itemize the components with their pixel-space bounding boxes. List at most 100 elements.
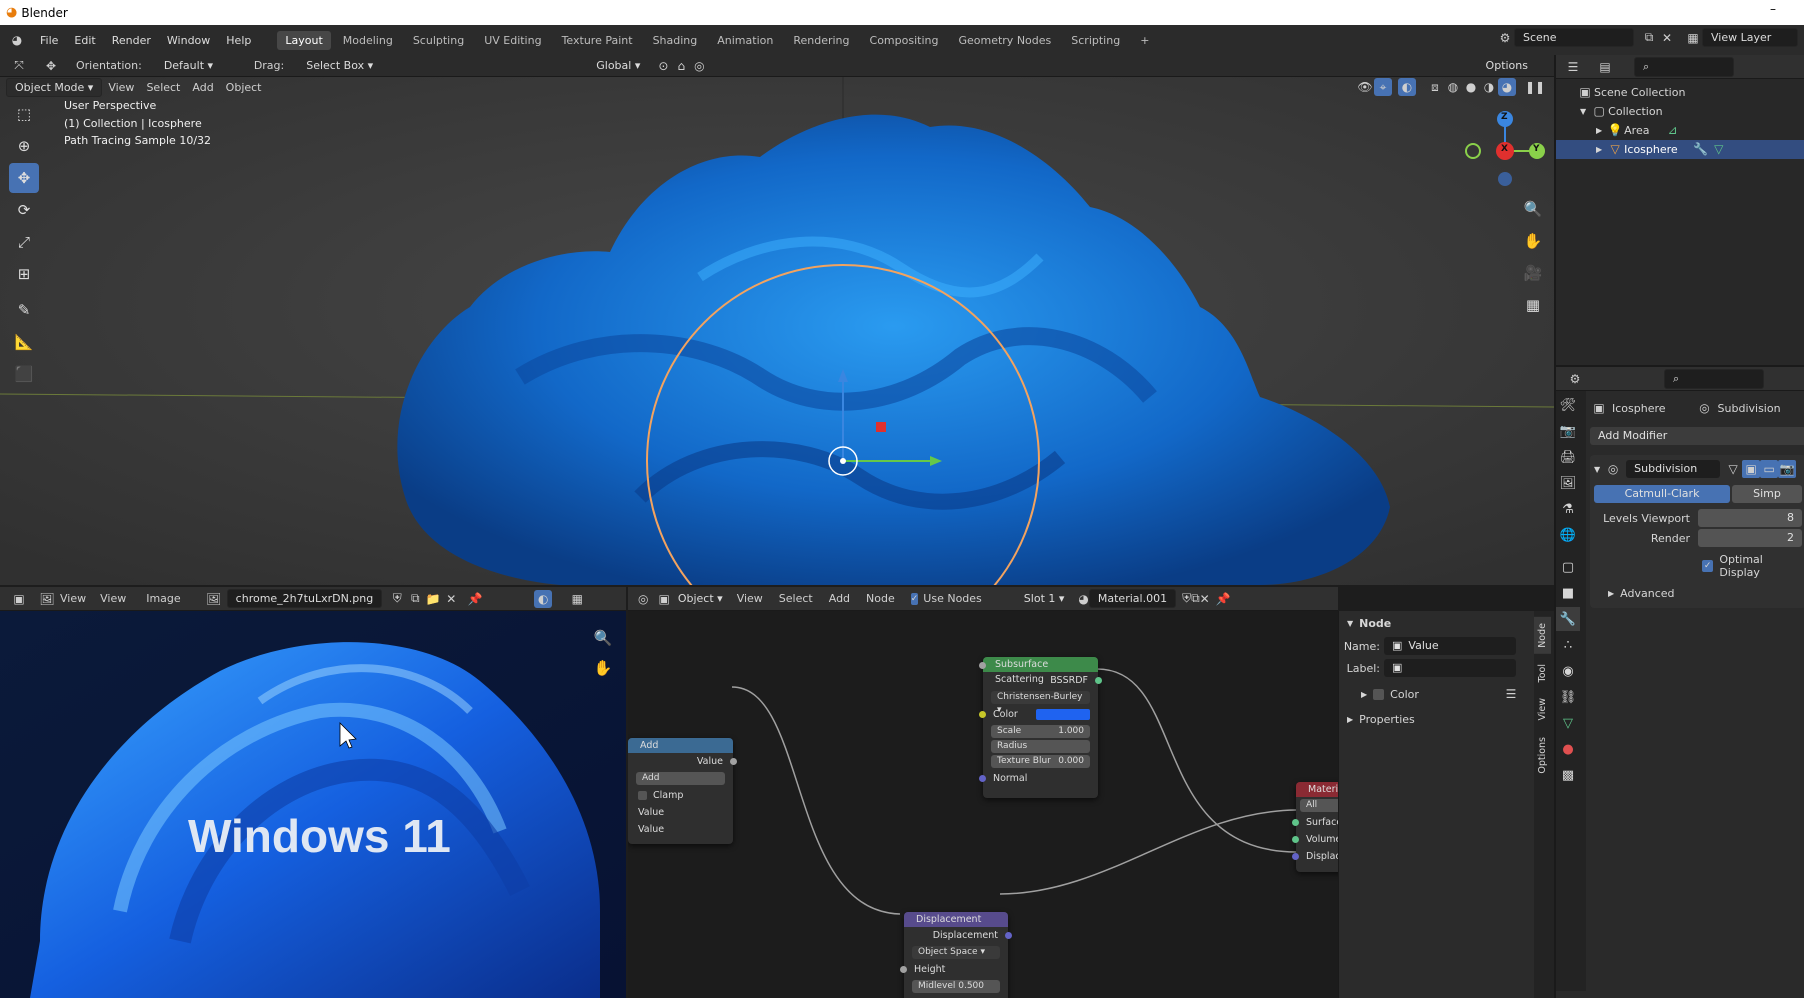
modifier-tab-icon[interactable]: 🔧 xyxy=(1556,607,1580,631)
world-tab-icon[interactable]: 🌐 xyxy=(1556,523,1580,547)
displacement-node[interactable]: Displacement Displacement Object Space ▾… xyxy=(900,912,1012,998)
input-socket[interactable] xyxy=(1292,836,1299,843)
tab-layout[interactable]: Layout xyxy=(277,30,331,50)
input-socket[interactable] xyxy=(1292,819,1299,826)
shader-type-dropdown[interactable]: Object ▾ xyxy=(670,590,731,607)
unlink-material-icon[interactable]: ✕ xyxy=(1200,590,1210,608)
subsurface-scattering-node[interactable]: Subsurface Scattering BSSRDF Christensen… xyxy=(979,657,1102,798)
tab-texture-paint[interactable]: Texture Paint xyxy=(554,31,641,50)
orientation-dropdown[interactable]: Default ▾ xyxy=(156,57,248,74)
image-name-field[interactable]: chrome_2h7tuLxrDN.png xyxy=(226,589,383,608)
sidebar-tab-view[interactable]: View xyxy=(1534,692,1551,727)
scene-selector-icon[interactable]: ⚙ xyxy=(1496,29,1514,47)
tab-animation[interactable]: Animation xyxy=(709,31,781,50)
tab-scripting[interactable]: Scripting xyxy=(1063,31,1128,50)
material-shading-icon[interactable]: ◑ xyxy=(1480,78,1498,96)
gizmo-toggle-icon[interactable]: ⌖ xyxy=(1374,78,1392,96)
input-socket[interactable] xyxy=(1292,853,1299,860)
pause-render-icon[interactable]: ❚❚ xyxy=(1525,78,1545,96)
cursor-tool-icon[interactable]: ⊕ xyxy=(9,131,39,161)
clamp-row[interactable]: Clamp xyxy=(628,787,733,804)
node-editor[interactable]: ◎ ▣ Object ▾ View Select Add Node ✓ Use Nod… xyxy=(628,587,1338,998)
mode-dropdown[interactable]: Object Mode ▾ xyxy=(6,77,103,97)
method-dropdown[interactable]: Christensen-Burley ▾ xyxy=(991,691,1090,715)
overlay-icon[interactable]: ◐ xyxy=(534,589,553,608)
xray-icon[interactable]: ⧈ xyxy=(1426,78,1444,96)
output-socket[interactable] xyxy=(1005,932,1012,939)
display-channels-icon[interactable]: ▦ xyxy=(568,590,586,608)
new-scene-icon[interactable]: ⧉ xyxy=(1640,29,1658,47)
outliner-search-field[interactable]: ⌕ xyxy=(1634,56,1734,77)
node-menu-node[interactable]: Node xyxy=(866,592,895,605)
particles-tab-icon[interactable]: ∴ xyxy=(1556,633,1580,657)
camera-view-icon[interactable]: 🎥 xyxy=(1518,258,1548,288)
render-tab-icon[interactable]: 📷 xyxy=(1556,419,1580,443)
view-mode-icon[interactable]: 🖼 xyxy=(38,590,56,608)
render-toggle-icon[interactable]: 📷 xyxy=(1778,460,1797,478)
tab-modeling[interactable]: Modeling xyxy=(335,31,401,50)
sidebar-tab-node[interactable]: Node xyxy=(1534,617,1551,654)
add-cube-tool-icon[interactable]: ⬛ xyxy=(9,359,39,389)
blender-menu-icon[interactable]: ◕ xyxy=(8,31,26,49)
transform-tool-icon[interactable]: ⊞ xyxy=(9,259,39,289)
midlevel-field[interactable]: Midlevel 0.500 xyxy=(912,980,1000,993)
tab-compositing[interactable]: Compositing xyxy=(862,31,947,50)
wireframe-shading-icon[interactable]: ◍ xyxy=(1444,78,1462,96)
viewport-toggle-icon[interactable]: ▣ xyxy=(1742,460,1761,478)
view-layer-tab-icon[interactable]: 🖼 xyxy=(1556,471,1580,495)
overlay-toggle-icon[interactable]: ◐ xyxy=(1398,78,1416,96)
menu-window[interactable]: Window xyxy=(159,34,218,47)
outliner-item-icosphere[interactable]: ▶ ▽ Icosphere 🔧 ▽ xyxy=(1556,140,1804,159)
move-tool-icon[interactable]: ✥ xyxy=(9,163,39,193)
node-menu-select[interactable]: Select xyxy=(779,592,813,605)
simple-button[interactable]: Simp xyxy=(1732,485,1802,503)
collection-row[interactable]: ▼ ▢ Collection xyxy=(1576,102,1804,121)
scene-collection-row[interactable]: ▣ Scene Collection xyxy=(1576,83,1804,102)
input-socket[interactable] xyxy=(979,775,986,782)
image-editor-type-icon[interactable]: ▣ xyxy=(10,590,28,608)
tab-uv-editing[interactable]: UV Editing xyxy=(476,31,549,50)
scene-tab-icon[interactable]: ⚗ xyxy=(1556,497,1580,521)
collection-tab-icon[interactable]: ▢ xyxy=(1556,555,1580,579)
delete-scene-icon[interactable]: ✕ xyxy=(1658,29,1676,47)
physics-tab-icon[interactable]: ◉ xyxy=(1556,659,1580,683)
space-dropdown[interactable]: Object Space ▾ xyxy=(912,946,1000,959)
minimize-button[interactable]: – xyxy=(1770,2,1776,16)
realtime-toggle-icon[interactable]: ▭ xyxy=(1760,460,1779,478)
target-dropdown[interactable]: All xyxy=(1300,799,1338,812)
outliner-item-area[interactable]: ▶ 💡 Area ⊿ xyxy=(1576,121,1804,140)
node-editor-type-icon[interactable]: ◎ xyxy=(638,590,648,608)
measure-tool-icon[interactable]: 📐 xyxy=(9,327,39,357)
display-mode-icon[interactable]: ▤ xyxy=(1596,58,1614,76)
optimal-display-row[interactable]: ✓ Optimal Display xyxy=(1594,553,1802,579)
texture-tab-icon[interactable]: ▩ xyxy=(1556,763,1580,787)
grid-view-icon[interactable]: ▦ xyxy=(1518,290,1548,320)
duplicate-material-icon[interactable]: ⧉ xyxy=(1191,590,1200,608)
menu-edit[interactable]: Edit xyxy=(66,34,103,47)
properties-search-field[interactable]: ⌕ xyxy=(1664,368,1764,389)
color-swatch[interactable] xyxy=(1036,709,1090,720)
viewport-3d[interactable]: Object Mode ▾ View Select Add Object 👁 ⌖ ◐ … xyxy=(0,77,1554,585)
viewport-menu-object[interactable]: Object xyxy=(226,81,262,94)
node-menu-view[interactable]: View xyxy=(737,592,763,605)
use-nodes-checkbox[interactable]: ✓ xyxy=(910,592,919,605)
pin-icon[interactable]: 📌 xyxy=(1216,590,1231,608)
material-tab-icon[interactable]: ● xyxy=(1556,737,1580,761)
image-browse-icon[interactable]: 🖼 xyxy=(205,590,223,608)
viewport-menu-add[interactable]: Add xyxy=(192,81,213,94)
open-image-icon[interactable]: 📁 xyxy=(424,590,442,608)
menu-render[interactable]: Render xyxy=(104,34,159,47)
tab-geometry-nodes[interactable]: Geometry Nodes xyxy=(950,31,1059,50)
viewport-menu-view[interactable]: View xyxy=(108,81,134,94)
tab-shading[interactable]: Shading xyxy=(645,31,706,50)
render-levels-field[interactable]: 2 xyxy=(1698,529,1802,547)
sidebar-tab-options[interactable]: Options xyxy=(1534,731,1551,780)
material-name-field[interactable]: Material.001 xyxy=(1088,589,1177,608)
proportional-edit-icon[interactable]: ◎ xyxy=(690,57,708,75)
radius-dropdown[interactable]: Radius xyxy=(991,740,1090,753)
color-checkbox[interactable] xyxy=(1373,688,1385,700)
view-mode-dropdown[interactable]: View xyxy=(60,592,86,605)
node-section-header[interactable]: ▼ Node xyxy=(1339,611,1534,635)
checkbox-checked-icon[interactable]: ✓ xyxy=(1702,560,1714,572)
pin-icon[interactable]: 📌 xyxy=(466,590,484,608)
